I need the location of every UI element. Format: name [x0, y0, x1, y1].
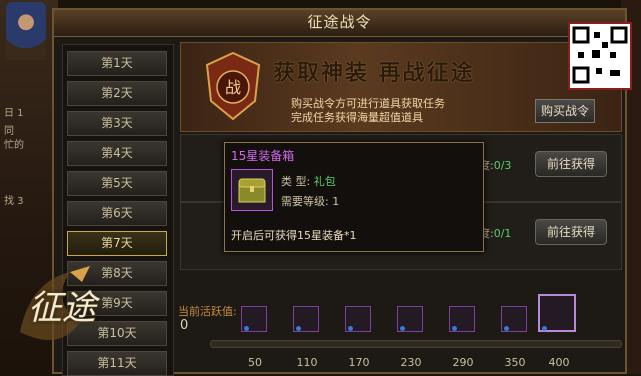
equipment-chest-icon — [231, 169, 273, 211]
chat-fragment: 日 1 — [4, 108, 24, 119]
item-tooltip: 15星装备箱 类 型: 礼包 需要等级: 1 开启后可获得15星装备*1 — [224, 142, 484, 252]
lock-icon — [504, 326, 509, 331]
chat-fragment: 忙的 — [4, 140, 24, 151]
day-tab-2[interactable]: 第2天 — [67, 81, 167, 106]
milestone-label: 50 — [248, 356, 262, 369]
day-tab-1[interactable]: 第1天 — [67, 51, 167, 76]
lock-icon — [400, 326, 405, 331]
day-tab-3[interactable]: 第3天 — [67, 111, 167, 136]
buy-pass-button[interactable]: 购买战令 — [535, 99, 595, 123]
war-emblem-icon: 战 — [205, 51, 261, 121]
milestone-label: 110 — [296, 356, 318, 369]
chat-fragment: 同 — [4, 126, 14, 137]
tooltip-description: 开启后可获得15星装备*1 — [231, 229, 357, 242]
lock-icon — [296, 326, 301, 331]
lock-icon — [542, 326, 547, 331]
milestone-label: 400 — [548, 356, 570, 369]
tooltip-type: 类 型: 礼包 — [281, 175, 336, 188]
qr-code-image — [568, 22, 632, 90]
milestone-label: 170 — [348, 356, 370, 369]
milestone-label: 230 — [400, 356, 422, 369]
chat-fragment: 找 3 — [4, 196, 24, 207]
lock-icon — [452, 326, 457, 331]
activity-label: 当前活跃值: — [178, 305, 237, 318]
promo-banner: 战 获取神装 再战征途 购买战令方可进行道具获取任务 完成任务获得海量超值道具 … — [180, 42, 622, 132]
activity-value: 0 — [180, 318, 189, 333]
go-obtain-button[interactable]: 前往获得 — [535, 219, 607, 245]
game-logo: 征途 — [28, 288, 96, 328]
go-obtain-button[interactable]: 前往获得 — [535, 151, 607, 177]
banner-title: 获取神装 再战征途 — [273, 60, 475, 86]
emblem-char: 战 — [225, 78, 241, 97]
lock-icon — [348, 326, 353, 331]
day-tab-5[interactable]: 第5天 — [67, 171, 167, 196]
panel-title: 征途战令 — [54, 10, 625, 37]
activity-progress-track — [210, 340, 622, 348]
milestone-label: 350 — [504, 356, 526, 369]
banner-line-2: 完成任务获得海量超值道具 — [291, 111, 423, 124]
lock-icon — [244, 326, 249, 331]
day-tab-6[interactable]: 第6天 — [67, 201, 167, 226]
player-portrait[interactable] — [6, 2, 46, 60]
day-tab-7[interactable]: 第7天 — [67, 231, 167, 256]
tooltip-title: 15星装备箱 — [231, 149, 295, 163]
day-tab-4[interactable]: 第4天 — [67, 141, 167, 166]
milestone-label: 290 — [452, 356, 474, 369]
tooltip-level: 需要等级: 1 — [281, 195, 340, 208]
